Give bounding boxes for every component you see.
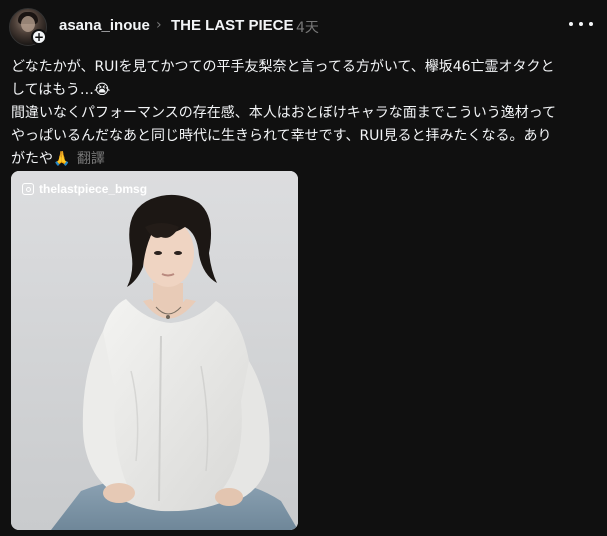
avatar-face xyxy=(21,16,35,32)
username-link[interactable]: asana_inoue xyxy=(59,17,150,34)
post-timestamp[interactable]: 4天 xyxy=(296,17,319,37)
post-header: + asana_inoue › THE LAST PIECE 4天 xyxy=(0,0,607,48)
more-horizontal-icon[interactable] xyxy=(569,14,593,34)
post-text-line: どなたかが、RUIを見てかつての平手友梨奈と言ってる方がいて、欅坂46亡霊オタク… xyxy=(11,59,555,75)
dot xyxy=(569,22,573,26)
instagram-watermark: thelastpiece_bmsg xyxy=(22,182,147,196)
portrait-photo xyxy=(11,171,298,530)
follow-plus-icon[interactable]: + xyxy=(31,29,47,45)
post-text-line: やっぱいるんだなあと同じ時代に生きられて幸せです、RUI見ると拝みたくなる。あり xyxy=(11,128,552,144)
watermark-text: thelastpiece_bmsg xyxy=(39,182,148,196)
avatar-container[interactable]: + xyxy=(9,8,47,46)
chevron-right-icon: › xyxy=(156,17,162,33)
post-text-line: がたや🙏 xyxy=(11,151,71,167)
dot xyxy=(579,22,583,26)
post-text-line-last: がたや🙏 翻譯 xyxy=(11,148,603,171)
post-text-line: してはもう…😭 xyxy=(11,82,111,98)
post-text-line: 間違いなくパフォーマンスの存在感、本人はおとぼけキャラな面までこういう逸材って xyxy=(11,105,557,121)
post-body: どなたかが、RUIを見てかつての平手友梨奈と言ってる方がいて、欅坂46亡霊オタク… xyxy=(11,56,603,171)
instagram-icon xyxy=(22,183,34,195)
dot xyxy=(589,22,593,26)
community-link[interactable]: THE LAST PIECE xyxy=(171,17,294,34)
translate-link[interactable]: 翻譯 xyxy=(77,151,105,167)
post-image[interactable]: thelastpiece_bmsg xyxy=(11,171,298,530)
thread-post: + asana_inoue › THE LAST PIECE 4天 どなたかが、… xyxy=(0,0,607,536)
